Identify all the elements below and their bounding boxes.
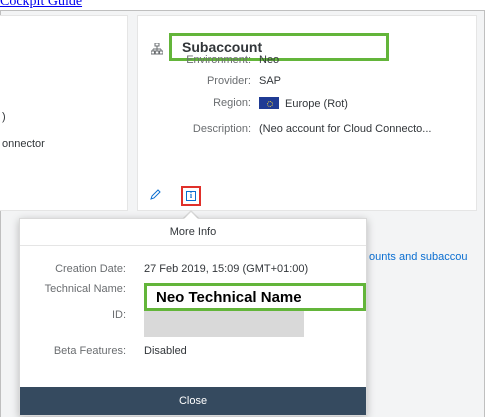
left-card[interactable]: ) onnector: [0, 15, 128, 211]
technical-name-highlight: Neo Technical Name: [144, 283, 366, 311]
region-value: Europe (Rot): [259, 97, 348, 110]
pencil-icon[interactable]: [149, 189, 161, 201]
id-redacted: [144, 311, 304, 337]
description-value: (Neo account for Cloud Connecto...: [259, 123, 432, 135]
subaccount-title[interactable]: Subaccount: [182, 39, 262, 55]
provider-label: Provider:: [206, 75, 251, 87]
cockpit-frame: ) onnector Subaccount Environment: Neo P…: [0, 10, 485, 417]
environment-label: Environment:: [186, 54, 251, 66]
technical-name-label: Technical Name:: [44, 283, 126, 295]
region-text: Europe (Rot): [285, 98, 348, 110]
provider-value: SAP: [259, 75, 282, 87]
left-card-text-1: ): [2, 111, 6, 123]
description-label: Description:: [192, 123, 251, 135]
popover-title: More Info: [20, 219, 366, 246]
id-label: ID:: [111, 309, 126, 321]
environment-value: Neo: [259, 54, 280, 66]
info-icon[interactable]: i: [186, 191, 196, 201]
close-button[interactable]: Close: [20, 387, 366, 415]
technical-name-value: Neo Technical Name: [156, 289, 302, 306]
beta-features-label: Beta Features:: [53, 345, 126, 357]
background-link-text[interactable]: ounts and subaccou: [369, 251, 467, 263]
region-label: Region:: [213, 97, 251, 109]
left-card-text-2: onnector: [2, 138, 45, 150]
more-info-popover: More Info Creation Date: 27 Feb 2019, 15…: [19, 218, 367, 416]
beta-features-value: Disabled: [144, 345, 187, 357]
top-link[interactable]: Cockpit Guide: [0, 0, 82, 9]
creation-date-label: Creation Date:: [55, 263, 126, 275]
info-button-highlight[interactable]: i: [181, 186, 201, 206]
creation-date-value: 27 Feb 2019, 15:09 (GMT+01:00): [144, 263, 309, 275]
popover-arrow-inner: [183, 212, 199, 220]
eu-flag-icon: [259, 97, 279, 109]
